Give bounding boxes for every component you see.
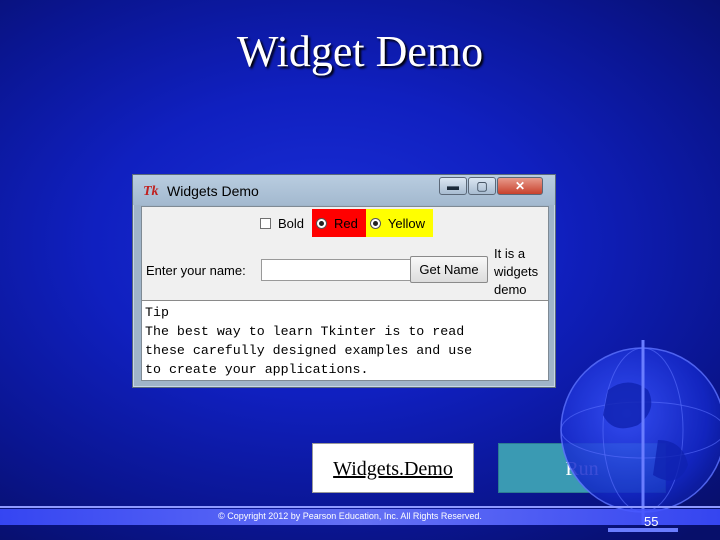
close-button[interactable]: ✕ [497, 177, 543, 195]
get-name-button[interactable]: Get Name [410, 256, 488, 283]
bold-checkbox[interactable]: Bold [252, 209, 312, 237]
checkbox-icon [260, 217, 271, 229]
message-line: It is a [494, 246, 526, 261]
name-label: Enter your name: [146, 263, 246, 278]
widgets-demo-link-box: Widgets.Demo [312, 443, 474, 493]
message-line: demo [494, 282, 527, 297]
window-title-bar[interactable]: Tk Widgets Demo ▬ ▢ ✕ [133, 175, 555, 205]
footer-line [0, 506, 720, 508]
name-input[interactable] [261, 259, 411, 281]
red-label: Red [334, 215, 358, 231]
message-line: widgets [494, 264, 539, 279]
red-radio[interactable]: Red [312, 209, 366, 237]
minimize-button[interactable]: ▬ [439, 177, 467, 195]
widgets-demo-link[interactable]: Widgets.Demo [333, 458, 453, 480]
close-icon: ✕ [514, 179, 526, 193]
widgets-demo-window: Tk Widgets Demo ▬ ▢ ✕ Bold Red Yellow En… [132, 174, 556, 388]
radio-icon [369, 217, 381, 229]
demo-message: It is a widgets demo [494, 245, 554, 299]
maximize-icon: ▢ [476, 179, 488, 193]
options-row: Bold Red Yellow [252, 209, 433, 237]
maximize-button[interactable]: ▢ [468, 177, 496, 195]
page-number: 55 [644, 514, 659, 529]
text-widget[interactable]: Tip The best way to learn Tkinter is to r… [142, 300, 548, 380]
text-line: The best way to learn Tkinter is to read [145, 324, 465, 339]
text-line: to create your applications. [145, 362, 369, 377]
window-client-area: Bold Red Yellow Enter your name: Get Nam… [141, 206, 549, 381]
text-line: these carefully designed examples and us… [145, 343, 473, 358]
copyright-text: © Copyright 2012 by Pearson Education, I… [218, 511, 482, 521]
bold-label: Bold [278, 215, 305, 231]
minimize-icon: ▬ [447, 179, 459, 193]
window-title: Widgets Demo [167, 183, 259, 199]
slide-title: Widget Demo [236, 27, 484, 76]
yellow-label: Yellow [387, 215, 425, 231]
yellow-radio[interactable]: Yellow [365, 209, 433, 237]
tk-icon: Tk [143, 184, 159, 199]
text-line: Tip [145, 305, 169, 320]
radio-icon [316, 217, 328, 229]
